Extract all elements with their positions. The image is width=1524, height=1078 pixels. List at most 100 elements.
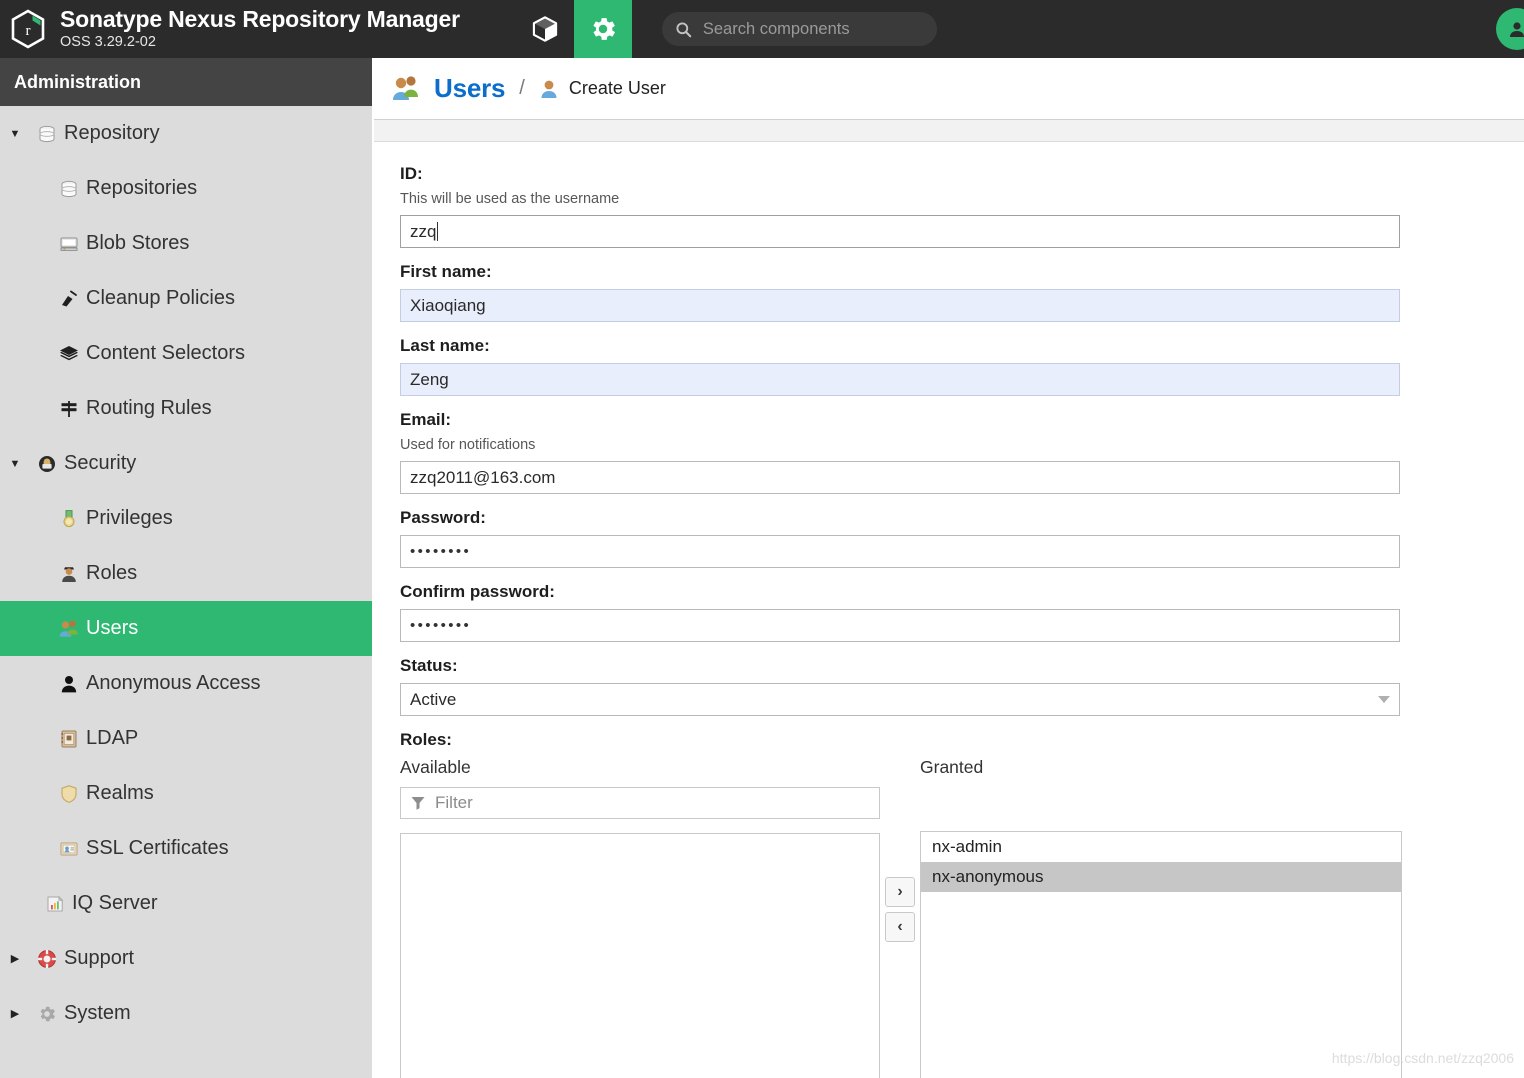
sidebar-item-label: Routing Rules: [86, 397, 212, 419]
password-input[interactable]: ••••••••: [400, 535, 1400, 568]
roles-dual-list: Available Filter › ‹ Granted nx-admin nx…: [400, 757, 1500, 1078]
sidebar-item-label: Support: [64, 947, 135, 969]
confirm-password-label: Confirm password:: [400, 582, 555, 601]
sidebar-item-support[interactable]: ▶ Support: [0, 931, 372, 986]
caret-right-icon[interactable]: ▶: [0, 952, 30, 965]
users-icon: [52, 619, 86, 639]
sidebar-item-content-selectors[interactable]: Content Selectors: [0, 326, 372, 381]
roles-available-list[interactable]: [400, 833, 880, 1078]
broom-icon: [52, 289, 86, 309]
id-label: ID:: [400, 164, 423, 183]
caret-right-icon[interactable]: ▶: [0, 1007, 30, 1020]
status-select[interactable]: Active: [400, 683, 1400, 716]
sidebar-item-label: Realms: [86, 782, 154, 804]
sidebar-item-label: System: [64, 1002, 131, 1024]
breadcrumb: Users / Create User: [374, 58, 1524, 120]
roles-label: Roles:: [400, 730, 452, 749]
last-name-input[interactable]: Zeng: [400, 363, 1400, 396]
sidebar-item-label: Repositories: [86, 177, 198, 199]
lifebuoy-icon: [30, 949, 64, 969]
security-icon: [30, 454, 64, 474]
browse-button[interactable]: [516, 0, 574, 58]
sidebar-title-bar: Administration: [0, 58, 372, 106]
roles-filter-input[interactable]: Filter: [400, 787, 880, 819]
move-to-granted-button[interactable]: ›: [885, 877, 915, 907]
administration-button[interactable]: [573, 0, 632, 58]
status-label: Status:: [400, 656, 458, 675]
id-input[interactable]: zzq: [400, 215, 1400, 248]
sidebar-item-realms[interactable]: Realms: [0, 766, 372, 821]
status-value: Active: [410, 689, 457, 709]
search-icon: [674, 20, 693, 39]
list-item[interactable]: nx-admin: [921, 832, 1401, 862]
iq-server-icon: [38, 894, 72, 914]
sidebar-item-ssl-certificates[interactable]: SSL Certificates: [0, 821, 372, 876]
address-book-icon: [52, 729, 86, 749]
sidebar-title: Administration: [14, 71, 142, 92]
sidebar-item-anonymous-access[interactable]: Anonymous Access: [0, 656, 372, 711]
sidebar-item-ldap[interactable]: LDAP: [0, 711, 372, 766]
sidebar-item-users[interactable]: Users: [0, 601, 372, 656]
breadcrumb-root-link[interactable]: Users: [434, 73, 505, 104]
sidebar-item-label: Privileges: [86, 507, 173, 529]
sidebar-item-label: IQ Server: [72, 892, 158, 914]
email-value: zzq2011@163.com: [410, 467, 556, 487]
roles-transfer-buttons: › ‹: [880, 757, 920, 1078]
certificate-icon: [52, 839, 86, 859]
sidebar-item-cleanup-policies[interactable]: Cleanup Policies: [0, 271, 372, 326]
first-name-label: First name:: [400, 262, 492, 281]
toolbar-strip: [374, 120, 1524, 142]
sidebar-item-iq-server[interactable]: IQ Server: [0, 876, 372, 931]
caret-down-icon[interactable]: ▼: [0, 128, 30, 140]
shield-icon: [52, 784, 86, 804]
available-title: Available: [400, 757, 471, 777]
search-box[interactable]: [661, 12, 937, 46]
nexus-hexagon-logo-icon[interactable]: r: [0, 0, 56, 58]
list-item-label: nx-anonymous: [932, 867, 1044, 886]
svg-text:r: r: [26, 23, 31, 39]
medal-icon: [52, 509, 86, 529]
roles-granted-column: Granted nx-admin nx-anonymous: [920, 757, 1402, 1078]
roles-granted-list[interactable]: nx-admin nx-anonymous: [920, 831, 1402, 1078]
last-name-label: Last name:: [400, 336, 490, 355]
sidebar-item-system[interactable]: ▶ System: [0, 986, 372, 1041]
sidebar-item-repository[interactable]: ▼ Repository: [0, 106, 372, 161]
sidebar-item-label: Cleanup Policies: [86, 287, 235, 309]
confirm-password-input[interactable]: ••••••••: [400, 609, 1400, 642]
email-hint: Used for notifications: [400, 437, 536, 453]
roles-filter-placeholder: Filter: [435, 793, 473, 812]
main-content: Users / Create User ID: This will be use…: [374, 58, 1524, 1078]
last-name-value: Zeng: [410, 369, 449, 389]
granted-title: Granted: [920, 757, 984, 777]
sidebar-item-blob-stores[interactable]: Blob Stores: [0, 216, 372, 271]
user-circle-icon[interactable]: [1496, 8, 1524, 50]
list-item[interactable]: nx-anonymous: [921, 862, 1401, 892]
sidebar: Administration ▼ Repository Repositories Bl…: [0, 58, 372, 1078]
password-label: Password:: [400, 508, 486, 527]
app-root: r Sonatype Nexus Repository Manager OSS …: [0, 0, 1524, 1078]
sidebar-item-label: SSL Certificates: [86, 837, 229, 859]
sidebar-item-label: Users: [86, 617, 139, 639]
confirm-password-value: ••••••••: [410, 617, 472, 634]
app-title: Sonatype Nexus Repository Manager: [60, 6, 460, 33]
first-name-value: Xiaoqiang: [410, 295, 486, 315]
search-input[interactable]: [700, 18, 925, 40]
top-header-bar: r Sonatype Nexus Repository Manager OSS …: [0, 0, 1524, 58]
sidebar-item-routing-rules[interactable]: Routing Rules: [0, 381, 372, 436]
sidebar-item-roles[interactable]: Roles: [0, 546, 372, 601]
move-to-available-button[interactable]: ‹: [885, 912, 915, 942]
sidebar-item-repositories[interactable]: Repositories: [0, 161, 372, 216]
chevron-right-icon: ›: [897, 883, 903, 900]
password-value: ••••••••: [410, 543, 472, 560]
email-input[interactable]: zzq2011@163.com: [400, 461, 1400, 494]
gear-icon: [593, 18, 615, 40]
sidebar-item-privileges[interactable]: Privileges: [0, 491, 372, 546]
text-cursor: [437, 222, 439, 241]
caret-down-icon[interactable]: ▼: [0, 458, 30, 470]
blobstore-icon: [52, 234, 86, 254]
sidebar-item-security[interactable]: ▼ Security: [0, 436, 372, 491]
sidebar-item-label: Security: [64, 452, 137, 474]
first-name-input[interactable]: Xiaoqiang: [400, 289, 1400, 322]
filter-icon: [410, 795, 426, 811]
sidebar-item-label: Content Selectors: [86, 342, 245, 364]
